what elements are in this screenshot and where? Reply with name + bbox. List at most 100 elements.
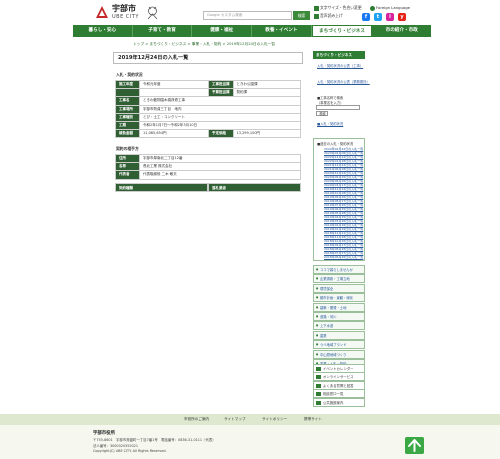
section-heading-contractor: 契約の相手方 [116, 146, 139, 151]
utility-icon [316, 392, 321, 397]
table-cell: 令和2年1月7日～令和2年3月10日 [139, 120, 301, 131]
city-emblem-icon[interactable] [96, 6, 108, 19]
sidebar-category-link[interactable]: 企業誘致・工場立地 [313, 274, 365, 284]
globe-icon [370, 5, 375, 11]
sidebar-category-link[interactable]: ココで暮らしませんか [313, 265, 365, 274]
sidebar-category-link[interactable]: 建築・開発・土地 [313, 302, 365, 312]
table-row: 住所 宇部市厚南北二丁目12番 [115, 153, 301, 164]
sidebar-link[interactable]: 入札・契約状況の公表（工事） [317, 63, 363, 68]
back-to-top-button[interactable] [405, 437, 424, 454]
site-header: 宇部市 UBE CITY Google カスタム検索 検索 文字サイズ・色合い変… [0, 0, 500, 24]
section-heading-status: 入札・契約状況 [116, 72, 143, 77]
table-cell: 契約課 [232, 88, 301, 98]
sidebar-category-link[interactable]: 中山間地域づくり [313, 349, 365, 359]
page-title: 2019年12月24日の入札一覧 [113, 52, 303, 64]
table-row: 名称 長北工業 株式会社 [115, 162, 301, 172]
table-header-cell: 施工年度 [115, 79, 140, 90]
sidebar-title[interactable]: まちづくり・ビジネス [313, 51, 365, 59]
table-cell: 宇部市厚南北二丁目12番 [139, 153, 301, 164]
utility-label: よくある質問と回答 [323, 383, 354, 388]
sidebar-year-link[interactable]: 2018年06月26日の入札一覧 [324, 255, 363, 259]
table-cell: 代表取締役 二木 敏夫 [139, 170, 301, 180]
sidebar-back-link[interactable]: ■入札・契約状況 [317, 121, 343, 126]
sidebar-search-button[interactable]: 検索 [316, 111, 328, 116]
table-header-cell: 名称 [115, 162, 140, 172]
table-row: 請負金額 11,065,654円 予定価格 13,299,100円 [115, 129, 301, 139]
table-row: 工事種別 とび・土工・コンクリート [115, 112, 301, 122]
text-size-link[interactable]: 文字サイズ・色合い変更 [314, 5, 362, 11]
footer-corporate-number: 法人番号：3000020352021 [93, 444, 138, 448]
table-header-cell: 契約種類 [115, 183, 208, 192]
foreign-language-label: Foreign Language [376, 5, 411, 10]
search-input[interactable]: Google カスタム検索 [203, 11, 292, 20]
nav-item-business[interactable]: まちづくり・ビジネス [311, 25, 373, 37]
youtube-icon[interactable]: y [398, 13, 406, 21]
twitter-icon[interactable]: t [374, 13, 382, 21]
table-row: 予算担当課 契約課 [115, 88, 301, 98]
sidebar-year-title: ■過去の入札・契約状況 [317, 142, 354, 146]
contract-table: 施工年度 令和元年度 工事担当課 ときわ公園課 予算担当課 契約課 工事名 とき… [115, 79, 301, 139]
table-header-cell [115, 88, 140, 98]
sidebar-search-input[interactable] [316, 105, 360, 110]
instagram-icon[interactable]: i [386, 13, 394, 21]
footer-link-policy[interactable]: サイトポリシー [262, 417, 287, 422]
footer-address: 〒755-8601 宇部市常盤町一丁目7番1号 電話番号：0836-31-011… [93, 438, 216, 442]
mascot-icon [147, 6, 158, 20]
table-cell: ときわ動物園木橋改修工事 [139, 96, 301, 106]
table-cell: 長北工業 株式会社 [139, 162, 301, 172]
footer-org-name: 宇部市役所 [93, 431, 115, 436]
table-header-cell: 請負金額 [115, 129, 140, 139]
sidebar-category-link[interactable]: 都市計画・景観・緑化 [313, 293, 365, 303]
table-header-cell: 工事名 [115, 96, 140, 106]
global-nav: 暮らし・安心 子育て・教育 健康・福祉 教養・イベント まちづくり・ビジネス 市… [73, 25, 431, 37]
table-header-cell: 工事担当課 [208, 79, 234, 90]
footer-link-mobile[interactable]: 携帯サイト [304, 417, 322, 422]
table-cell: 13,299,100円 [232, 129, 301, 139]
footer-link-sitemap[interactable]: サイトマップ [224, 417, 246, 422]
table-header-cell: 工期 [115, 120, 140, 131]
bid-table-header: 契約種類 落札業者 [115, 183, 301, 192]
sidebar-category-link[interactable]: 環境保全 [313, 283, 365, 293]
table-header-cell: 予定価格 [208, 129, 234, 139]
table-row: 施工年度 令和元年度 工事担当課 ときわ公園課 [115, 79, 301, 90]
sidebar-category-link[interactable]: 農業 [313, 330, 365, 340]
voice-link[interactable]: 音声読み上げ [314, 13, 343, 19]
footer-link-office[interactable]: 市役所のご案内 [184, 417, 209, 422]
foreign-language-link[interactable]: Foreign Language [370, 5, 410, 11]
table-row: 工期 令和2年1月7日～令和2年3月10日 [115, 120, 301, 131]
sidebar-category-link[interactable]: うべ地域ブランド [313, 340, 365, 350]
nav-item-childcare[interactable]: 子育て・教育 [133, 25, 193, 37]
table-header-cell: 工事場所 [115, 104, 140, 114]
text-size-icon [314, 5, 319, 11]
sidebar-link[interactable]: 入札・契約状況の公表（業務委託） [317, 79, 370, 84]
facebook-icon[interactable]: f [362, 13, 370, 21]
utility-icon [316, 367, 321, 371]
text-size-label: 文字サイズ・色合い変更 [320, 5, 362, 10]
site-name[interactable]: 宇部市 [112, 5, 136, 13]
table-cell: 令和元年度 [139, 79, 209, 90]
table-header-cell: 工事種別 [115, 112, 140, 122]
table-header-cell: 予算担当課 [208, 88, 234, 98]
table-row: 工事名 ときわ動物園木橋改修工事 [115, 96, 301, 106]
sidebar-utility-link[interactable]: 公共施設案内 [313, 397, 365, 407]
footer [0, 425, 500, 459]
nav-item-culture[interactable]: 教養・イベント [252, 25, 312, 37]
nav-item-city-info[interactable]: 市の紹介・市政 [372, 25, 431, 37]
site-name-en: UBE CITY [112, 14, 139, 20]
contractor-table: 住所 宇部市厚南北二丁目12番 名称 長北工業 株式会社 代表者 代表取締役 二… [115, 153, 301, 180]
table-cell: ときわ公園課 [232, 79, 301, 90]
table-header-cell: 代表者 [115, 170, 140, 180]
utility-label: オンラインサービス [323, 375, 354, 380]
nav-item-living[interactable]: 暮らし・安心 [73, 25, 133, 37]
utility-icon [316, 400, 321, 405]
search-button[interactable]: 検索 [293, 11, 310, 20]
nav-item-health[interactable]: 健康・福祉 [192, 25, 253, 37]
speaker-icon [314, 13, 319, 19]
table-row: 代表者 代表取締役 二木 敏夫 [115, 170, 301, 180]
table-row: 工事場所 宇部市則貞三丁目 地内 [115, 104, 301, 114]
breadcrumb[interactable]: トップ > まちづくり・ビジネス > 事業・入札・契約 > 2019年12月24… [133, 42, 275, 47]
sidebar-category-link[interactable]: 上下水道 [313, 321, 365, 331]
table-cell: とび・土工・コンクリート [139, 112, 301, 122]
utility-label: 相談窓口一覧 [323, 392, 344, 397]
sidebar-category-link[interactable]: 道路・河川 [313, 312, 365, 321]
